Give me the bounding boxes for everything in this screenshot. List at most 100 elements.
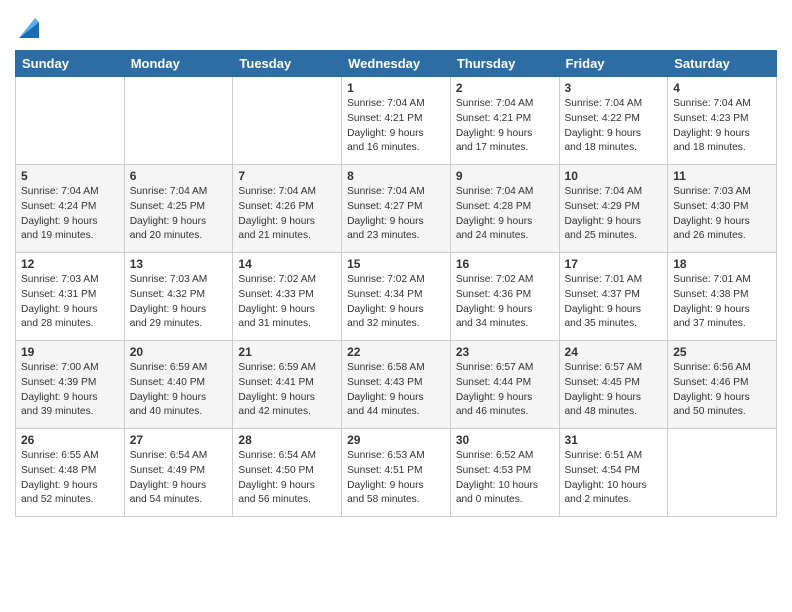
day-number: 11 (673, 169, 771, 183)
day-number: 14 (238, 257, 336, 271)
day-number: 2 (456, 81, 554, 95)
day-number: 21 (238, 345, 336, 359)
day-number: 8 (347, 169, 445, 183)
day-number: 16 (456, 257, 554, 271)
day-number: 1 (347, 81, 445, 95)
day-number: 28 (238, 433, 336, 447)
day-cell: 21 Sunrise: 6:59 AM Sunset: 4:41 PM Dayli… (233, 341, 342, 429)
day-info: Sunrise: 7:01 AM Sunset: 4:38 PM Dayligh… (673, 273, 771, 332)
day-cell: 4 Sunrise: 7:04 AM Sunset: 4:23 PM Daylig… (668, 77, 777, 165)
col-header-thursday: Thursday (450, 51, 559, 77)
day-info: Sunrise: 6:54 AM Sunset: 4:49 PM Dayligh… (130, 449, 228, 508)
day-info: Sunrise: 7:03 AM Sunset: 4:32 PM Dayligh… (130, 273, 228, 332)
day-info: Sunrise: 6:59 AM Sunset: 4:41 PM Dayligh… (238, 361, 336, 420)
day-number: 31 (565, 433, 663, 447)
logo (15, 14, 47, 42)
day-number: 13 (130, 257, 228, 271)
day-number: 10 (565, 169, 663, 183)
day-cell: 3Sunrise: 7:04 AM Sunset: 4:22 PM Daylig… (559, 77, 668, 165)
day-info: Sunrise: 6:51 AM Sunset: 4:54 PM Dayligh… (565, 449, 663, 508)
day-info: Sunrise: 7:04 AM Sunset: 4:27 PM Dayligh… (347, 185, 445, 244)
day-number: 7 (238, 169, 336, 183)
day-cell: 20 Sunrise: 6:59 AM Sunset: 4:40 PM Dayli… (124, 341, 233, 429)
week-row-4: 19 Sunrise: 7:00 AM Sunset: 4:39 PM Dayli… (16, 341, 777, 429)
day-cell: 17Sunrise: 7:01 AM Sunset: 4:37 PM Dayli… (559, 253, 668, 341)
day-cell: 2 Sunrise: 7:04 AM Sunset: 4:21 PM Daylig… (450, 77, 559, 165)
day-number: 29 (347, 433, 445, 447)
day-cell: 28 Sunrise: 6:54 AM Sunset: 4:50 PM Dayli… (233, 429, 342, 517)
day-cell: 15 Sunrise: 7:02 AM Sunset: 4:34 PM Dayli… (342, 253, 451, 341)
day-cell: 1 Sunrise: 7:04 AM Sunset: 4:21 PM Daylig… (342, 77, 451, 165)
day-info: Sunrise: 7:04 AM Sunset: 4:21 PM Dayligh… (347, 97, 445, 156)
day-cell: 5Sunrise: 7:04 AM Sunset: 4:24 PM Daylig… (16, 165, 125, 253)
day-number: 25 (673, 345, 771, 359)
day-number: 9 (456, 169, 554, 183)
logo-icon (15, 14, 43, 42)
header (15, 10, 777, 42)
calendar-table: SundayMondayTuesdayWednesdayThursdayFrid… (15, 50, 777, 517)
day-number: 23 (456, 345, 554, 359)
week-row-3: 12 Sunrise: 7:03 AM Sunset: 4:31 PM Dayli… (16, 253, 777, 341)
day-cell: 7 Sunrise: 7:04 AM Sunset: 4:26 PM Daylig… (233, 165, 342, 253)
day-cell: 24 Sunrise: 6:57 AM Sunset: 4:45 PM Dayli… (559, 341, 668, 429)
day-cell: 10 Sunrise: 7:04 AM Sunset: 4:29 PM Dayli… (559, 165, 668, 253)
col-header-sunday: Sunday (16, 51, 125, 77)
day-number: 18 (673, 257, 771, 271)
day-cell: 27Sunrise: 6:54 AM Sunset: 4:49 PM Dayli… (124, 429, 233, 517)
day-cell (668, 429, 777, 517)
day-info: Sunrise: 7:04 AM Sunset: 4:21 PM Dayligh… (456, 97, 554, 156)
day-cell: 26 Sunrise: 6:55 AM Sunset: 4:48 PM Dayli… (16, 429, 125, 517)
day-info: Sunrise: 6:57 AM Sunset: 4:45 PM Dayligh… (565, 361, 663, 420)
week-row-1: 1 Sunrise: 7:04 AM Sunset: 4:21 PM Daylig… (16, 77, 777, 165)
day-info: Sunrise: 6:58 AM Sunset: 4:43 PM Dayligh… (347, 361, 445, 420)
day-cell (124, 77, 233, 165)
day-cell: 23Sunrise: 6:57 AM Sunset: 4:44 PM Dayli… (450, 341, 559, 429)
day-number: 20 (130, 345, 228, 359)
day-info: Sunrise: 7:04 AM Sunset: 4:26 PM Dayligh… (238, 185, 336, 244)
day-cell: 25Sunrise: 6:56 AM Sunset: 4:46 PM Dayli… (668, 341, 777, 429)
day-info: Sunrise: 6:53 AM Sunset: 4:51 PM Dayligh… (347, 449, 445, 508)
col-header-monday: Monday (124, 51, 233, 77)
day-info: Sunrise: 6:54 AM Sunset: 4:50 PM Dayligh… (238, 449, 336, 508)
day-number: 15 (347, 257, 445, 271)
day-number: 6 (130, 169, 228, 183)
col-header-wednesday: Wednesday (342, 51, 451, 77)
day-number: 30 (456, 433, 554, 447)
day-info: Sunrise: 7:02 AM Sunset: 4:33 PM Dayligh… (238, 273, 336, 332)
day-info: Sunrise: 7:01 AM Sunset: 4:37 PM Dayligh… (565, 273, 663, 332)
day-cell: 12 Sunrise: 7:03 AM Sunset: 4:31 PM Dayli… (16, 253, 125, 341)
header-row: SundayMondayTuesdayWednesdayThursdayFrid… (16, 51, 777, 77)
day-info: Sunrise: 7:03 AM Sunset: 4:30 PM Dayligh… (673, 185, 771, 244)
day-number: 26 (21, 433, 119, 447)
col-header-friday: Friday (559, 51, 668, 77)
day-info: Sunrise: 6:52 AM Sunset: 4:53 PM Dayligh… (456, 449, 554, 508)
day-cell: 6 Sunrise: 7:04 AM Sunset: 4:25 PM Daylig… (124, 165, 233, 253)
day-cell: 29 Sunrise: 6:53 AM Sunset: 4:51 PM Dayli… (342, 429, 451, 517)
day-number: 19 (21, 345, 119, 359)
day-info: Sunrise: 7:02 AM Sunset: 4:36 PM Dayligh… (456, 273, 554, 332)
day-info: Sunrise: 7:03 AM Sunset: 4:31 PM Dayligh… (21, 273, 119, 332)
day-number: 12 (21, 257, 119, 271)
day-cell: 14 Sunrise: 7:02 AM Sunset: 4:33 PM Dayli… (233, 253, 342, 341)
day-info: Sunrise: 7:04 AM Sunset: 4:24 PM Dayligh… (21, 185, 119, 244)
col-header-saturday: Saturday (668, 51, 777, 77)
day-cell (233, 77, 342, 165)
day-info: Sunrise: 7:04 AM Sunset: 4:23 PM Dayligh… (673, 97, 771, 156)
day-number: 4 (673, 81, 771, 95)
day-info: Sunrise: 6:59 AM Sunset: 4:40 PM Dayligh… (130, 361, 228, 420)
day-number: 24 (565, 345, 663, 359)
day-info: Sunrise: 7:00 AM Sunset: 4:39 PM Dayligh… (21, 361, 119, 420)
day-cell: 22 Sunrise: 6:58 AM Sunset: 4:43 PM Dayli… (342, 341, 451, 429)
day-cell (16, 77, 125, 165)
day-info: Sunrise: 7:02 AM Sunset: 4:34 PM Dayligh… (347, 273, 445, 332)
day-number: 22 (347, 345, 445, 359)
day-cell: 19 Sunrise: 7:00 AM Sunset: 4:39 PM Dayli… (16, 341, 125, 429)
col-header-tuesday: Tuesday (233, 51, 342, 77)
day-info: Sunrise: 6:55 AM Sunset: 4:48 PM Dayligh… (21, 449, 119, 508)
day-number: 3 (565, 81, 663, 95)
day-cell: 30 Sunrise: 6:52 AM Sunset: 4:53 PM Dayli… (450, 429, 559, 517)
day-cell: 8 Sunrise: 7:04 AM Sunset: 4:27 PM Daylig… (342, 165, 451, 253)
day-cell: 11 Sunrise: 7:03 AM Sunset: 4:30 PM Dayli… (668, 165, 777, 253)
day-info: Sunrise: 7:04 AM Sunset: 4:25 PM Dayligh… (130, 185, 228, 244)
day-info: Sunrise: 7:04 AM Sunset: 4:29 PM Dayligh… (565, 185, 663, 244)
